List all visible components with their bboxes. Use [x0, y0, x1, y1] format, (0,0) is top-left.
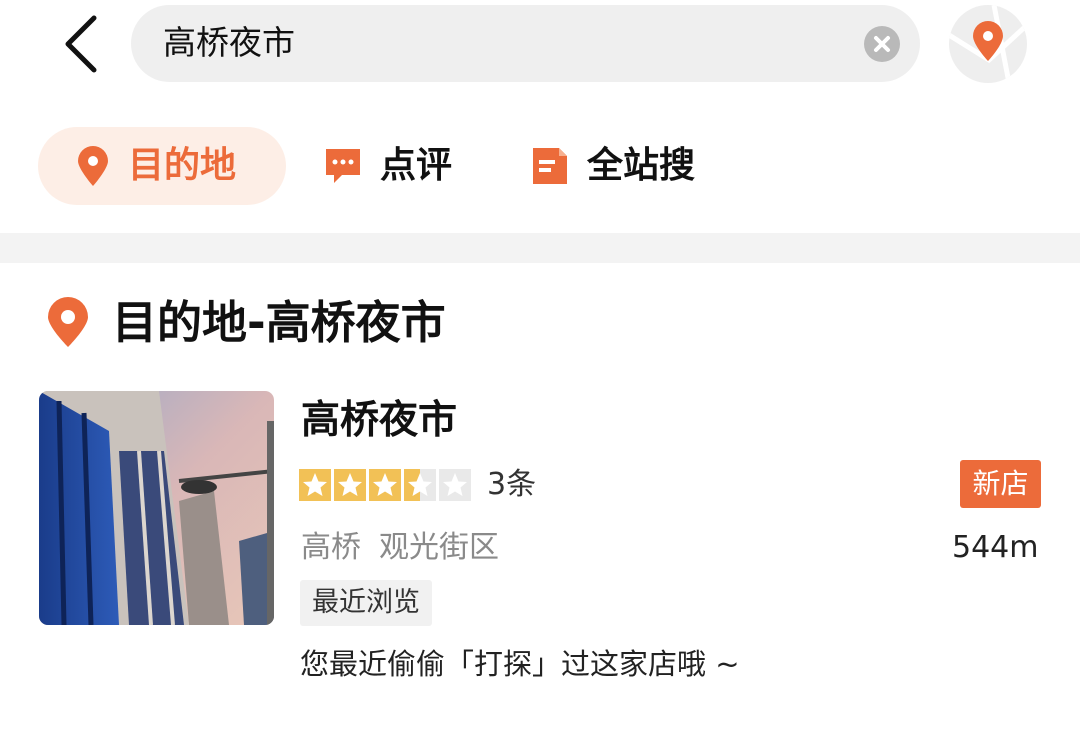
map-button[interactable] — [949, 5, 1027, 83]
tab-reviews[interactable]: 点评 — [324, 127, 452, 205]
recent-visit-note: 您最近偷偷「打探」过这家店哦 ~ — [300, 647, 740, 681]
empty-star-icon — [439, 469, 471, 501]
tab-site-search-label: 全站搜 — [587, 145, 696, 186]
shop-category: 观光街区 — [379, 530, 499, 565]
tab-destination[interactable]: 目的地 — [38, 127, 286, 205]
section-title: 目的地-高桥夜市 — [112, 296, 446, 349]
rating-stars — [299, 469, 471, 501]
comment-icon — [326, 149, 360, 183]
shop-distance: 544m — [952, 530, 1039, 565]
chevron-left-icon — [65, 15, 97, 73]
recently-viewed-tag: 最近浏览 — [300, 580, 432, 626]
shop-name[interactable]: 高桥夜市 — [301, 397, 457, 445]
building-photo-image — [39, 391, 274, 625]
tab-site-search[interactable]: 全站搜 — [531, 127, 695, 205]
clear-search-button[interactable] — [864, 26, 900, 62]
map-pin-icon — [949, 5, 1027, 83]
back-button[interactable] — [52, 14, 112, 74]
star-icon — [299, 469, 331, 501]
review-count[interactable]: 3条 — [487, 465, 536, 505]
section-divider — [0, 233, 1080, 263]
close-icon — [874, 36, 890, 52]
shop-location: 高桥 观光街区 — [301, 528, 499, 568]
document-icon — [533, 148, 567, 184]
search-input[interactable]: 高桥夜市 — [131, 5, 920, 82]
location-pin-icon — [78, 146, 108, 186]
star-icon — [334, 469, 366, 501]
new-shop-badge: 新店 — [960, 460, 1041, 508]
shop-area: 高桥 — [301, 530, 361, 565]
half-star-icon — [404, 469, 436, 501]
search-query[interactable]: 高桥夜市 — [163, 23, 295, 63]
shop-photo[interactable] — [39, 391, 274, 625]
location-pin-icon — [48, 297, 88, 347]
tab-destination-label: 目的地 — [128, 145, 237, 186]
star-icon — [369, 469, 401, 501]
tab-reviews-label: 点评 — [380, 145, 453, 186]
